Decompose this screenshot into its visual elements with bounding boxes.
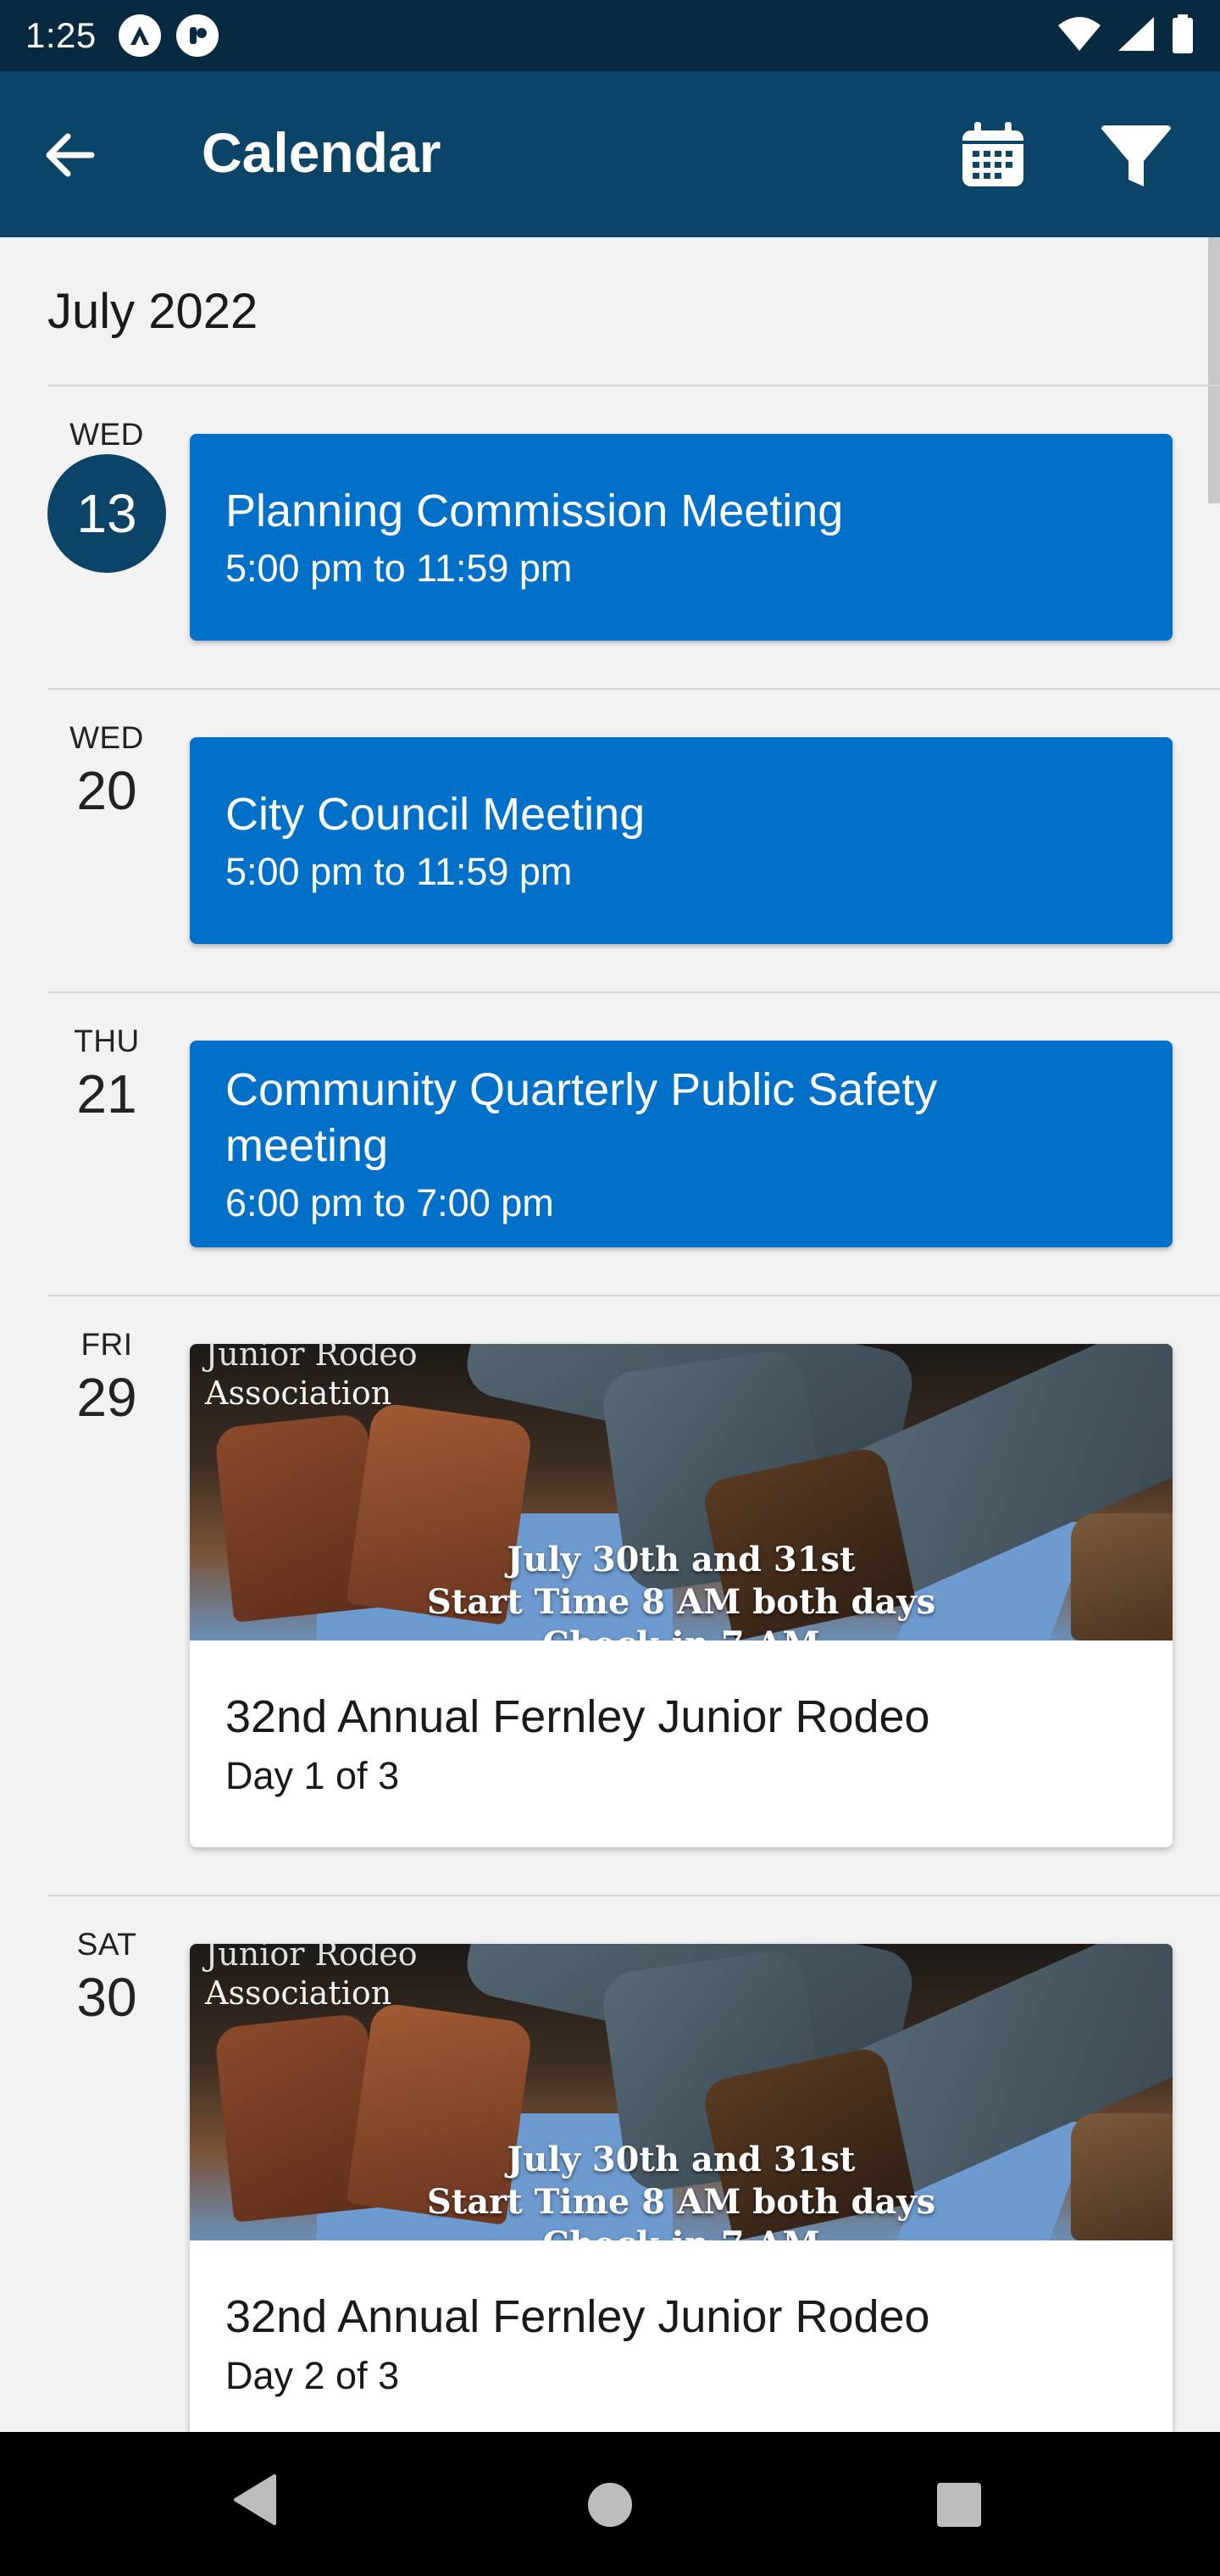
day-label: WED 20 bbox=[47, 720, 166, 822]
day-of-week: FRI bbox=[80, 1327, 133, 1362]
event-subtitle: Day 2 of 3 bbox=[225, 2353, 400, 2397]
event-title: City Council Meeting bbox=[225, 789, 646, 841]
status-time: 1:25 bbox=[25, 15, 97, 55]
filter-button[interactable] bbox=[1098, 124, 1174, 192]
image-caption: July 30th and 31st Start Time 8 AM both … bbox=[426, 1540, 936, 1641]
day-label: WED 13 bbox=[47, 417, 166, 573]
signal-icon bbox=[1117, 15, 1156, 57]
image-caption: July 30th and 31st Start Time 8 AM both … bbox=[426, 2140, 936, 2240]
filter-icon bbox=[1101, 125, 1171, 186]
calendar-icon bbox=[962, 122, 1023, 186]
wifi-icon bbox=[1057, 15, 1101, 57]
event-time: 6:00 pm to 7:00 pm bbox=[225, 1180, 554, 1224]
divider bbox=[47, 385, 1220, 386]
calendar-button[interactable] bbox=[957, 120, 1029, 192]
arrow-left-icon bbox=[46, 133, 95, 177]
event-time: 5:00 pm to 11:59 pm bbox=[225, 849, 573, 893]
back-button[interactable] bbox=[42, 125, 119, 185]
event-card-junior-rodeo-day2[interactable]: Junior Rodeo Association July 30th and 3… bbox=[190, 1944, 1173, 2432]
event-title: Community Quarterly Public Safety meetin… bbox=[225, 1064, 938, 1171]
app-badge-icon bbox=[175, 14, 219, 57]
back-triangle-icon[interactable] bbox=[230, 2473, 278, 2531]
page-title: Calendar bbox=[202, 121, 441, 184]
day-number: 29 bbox=[76, 1367, 137, 1428]
image-caption-top: Junior Rodeo Association bbox=[205, 1344, 418, 1412]
day-of-week: THU bbox=[74, 1024, 140, 1058]
month-header: July 2022 bbox=[47, 284, 258, 339]
event-subtitle: Day 1 of 3 bbox=[225, 1753, 400, 1797]
battery-icon bbox=[1171, 14, 1195, 58]
image-caption-top: Junior Rodeo Association bbox=[205, 1944, 418, 2012]
day-number: 30 bbox=[76, 1967, 137, 2028]
event-title: Planning Commission Meeting bbox=[225, 486, 844, 537]
divider bbox=[47, 991, 1220, 993]
event-card-junior-rodeo-day1[interactable]: Junior Rodeo Association July 30th and 3… bbox=[190, 1344, 1173, 1847]
calendar-list[interactable]: July 2022 WED 13 Planning Commission Mee… bbox=[0, 237, 1220, 2432]
day-label: SAT 30 bbox=[47, 1927, 166, 2029]
system-nav-bar bbox=[0, 2432, 1220, 2576]
app-a-icon bbox=[118, 14, 161, 57]
event-image: Junior Rodeo Association July 30th and 3… bbox=[190, 1344, 1173, 1641]
home-circle-icon[interactable] bbox=[588, 2483, 632, 2527]
recents-square-icon[interactable] bbox=[937, 2483, 981, 2527]
event-card-city-council[interactable]: City Council Meeting 5:00 pm to 11:59 pm bbox=[190, 737, 1173, 944]
day-label: FRI 29 bbox=[47, 1327, 166, 1429]
status-bar: 1:25 bbox=[0, 0, 1220, 71]
scrollbar[interactable] bbox=[1208, 237, 1220, 503]
day-number: 21 bbox=[76, 1063, 137, 1124]
app-bar: Calendar bbox=[0, 71, 1220, 237]
event-time: 5:00 pm to 11:59 pm bbox=[225, 546, 573, 590]
day-number: 20 bbox=[76, 760, 137, 821]
event-card-public-safety[interactable]: Community Quarterly Public Safety meetin… bbox=[190, 1041, 1173, 1247]
event-title: 32nd Annual Fernley Junior Rodeo bbox=[225, 2291, 930, 2342]
event-image: Junior Rodeo Association July 30th and 3… bbox=[190, 1944, 1173, 2240]
day-label: THU 21 bbox=[47, 1024, 166, 1125]
today-day-number: 13 bbox=[47, 454, 166, 573]
day-of-week: WED bbox=[69, 417, 144, 452]
event-title: 32nd Annual Fernley Junior Rodeo bbox=[225, 1691, 930, 1742]
day-of-week: SAT bbox=[76, 1927, 137, 1962]
divider bbox=[47, 688, 1220, 690]
event-card-planning-commission[interactable]: Planning Commission Meeting 5:00 pm to 1… bbox=[190, 434, 1173, 641]
divider bbox=[47, 1895, 1220, 1896]
divider bbox=[47, 1295, 1220, 1296]
day-of-week: WED bbox=[69, 720, 144, 755]
